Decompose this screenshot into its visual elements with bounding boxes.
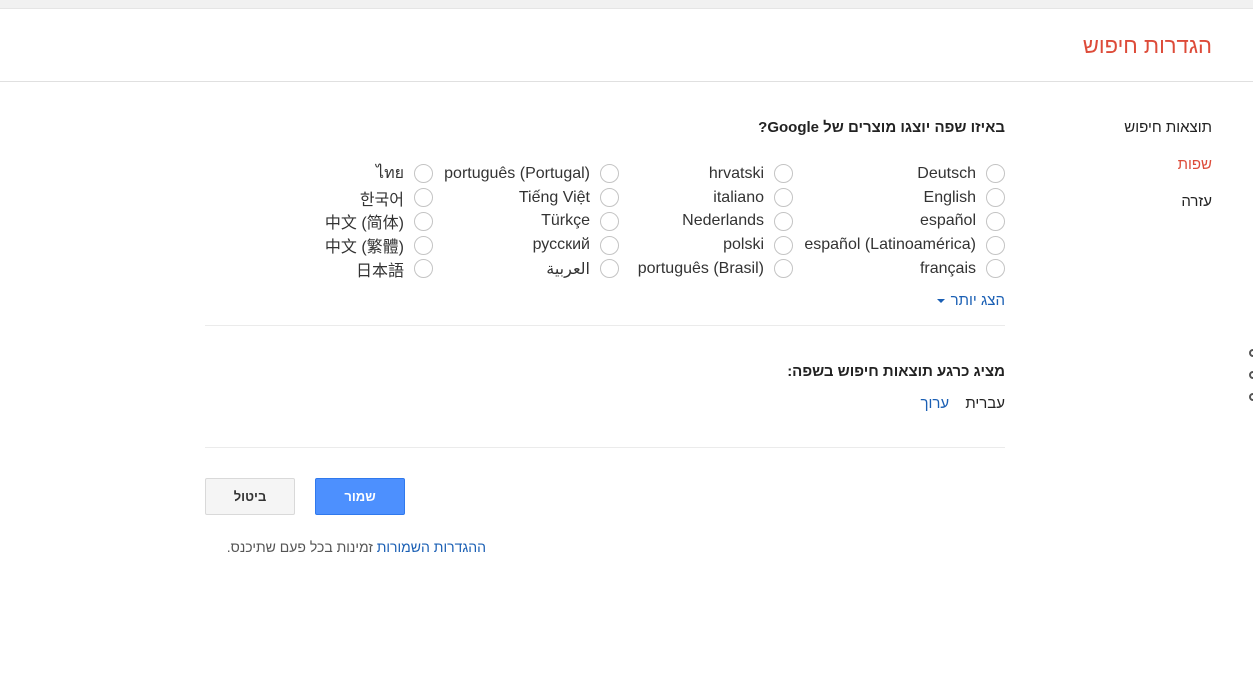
language-question-heading: באיזו שפה יוצגו מוצרים של Google? (758, 119, 1005, 136)
radio-button[interactable] (414, 164, 433, 184)
language-option[interactable]: 한국어 (325, 186, 433, 210)
language-option-label: polski (723, 236, 764, 254)
page-header: הגדרות חיפוש (0, 9, 1253, 82)
language-option[interactable]: Deutsch (804, 162, 1005, 186)
language-option[interactable]: hrvatski (638, 162, 793, 186)
language-option-label: 中文 (简体) (324, 215, 404, 233)
current-language-value: עברית (965, 395, 1005, 412)
language-option[interactable]: 中文 (繁體) (325, 233, 433, 257)
radio-button[interactable] (986, 211, 1005, 231)
language-option-label: español (Latinoamérica) (804, 236, 976, 254)
current-results-language-row: עברית ערוך (920, 395, 1005, 412)
radio-button[interactable] (986, 259, 1005, 279)
dot-icon (1249, 371, 1253, 379)
language-option-label: italiano (713, 188, 764, 206)
radio-button[interactable] (986, 188, 1005, 208)
section-divider (205, 447, 1005, 448)
saved-settings-link[interactable]: ההגדרות השמורות (377, 539, 486, 555)
language-option-label: 中文 (繁體) (324, 239, 404, 257)
language-option[interactable]: español (804, 210, 1005, 234)
language-option[interactable]: Tiếng Việt (444, 186, 619, 210)
radio-button[interactable] (774, 164, 793, 184)
language-option[interactable]: 中文 (简体) (325, 210, 433, 234)
language-option-label: 日本語 (355, 262, 404, 280)
language-option-label: português (Brasil) (637, 259, 764, 277)
language-option[interactable]: العربية (444, 257, 619, 281)
language-column-1: Deutsch English español español (Latinoa… (804, 162, 1005, 281)
language-option[interactable]: português (Brasil) (638, 257, 793, 281)
language-option-label: Türkçe (541, 212, 590, 230)
dot-icon (1249, 393, 1253, 401)
language-option-label: hrvatski (708, 164, 764, 182)
language-option-label: 한국어 (359, 191, 404, 209)
radio-button[interactable] (600, 259, 619, 279)
language-option-label: Nederlands (682, 212, 764, 230)
language-option-label: Tiếng Việt (518, 188, 590, 206)
sidebar-item-languages[interactable]: שפות (1072, 155, 1212, 192)
radio-button[interactable] (986, 235, 1005, 255)
language-option[interactable]: Nederlands (638, 210, 793, 234)
language-option-label: português (Portugal) (444, 164, 590, 182)
radio-button[interactable] (414, 235, 433, 255)
cancel-button[interactable]: ביטול (205, 478, 295, 515)
language-option[interactable]: español (Latinoamérica) (804, 233, 1005, 257)
language-option[interactable]: polski (638, 233, 793, 257)
language-option-label: français (919, 259, 976, 277)
radio-button[interactable] (600, 164, 619, 184)
language-option[interactable]: русский (444, 233, 619, 257)
more-options-icon[interactable] (1249, 349, 1253, 415)
radio-button[interactable] (774, 235, 793, 255)
radio-button[interactable] (414, 188, 433, 208)
language-option[interactable]: français (804, 257, 1005, 281)
language-option[interactable]: English (804, 186, 1005, 210)
radio-button[interactable] (600, 211, 619, 231)
current-results-language-heading: מציג כרגע תוצאות חיפוש בשפה: (787, 363, 1005, 380)
edit-language-link[interactable]: ערוך (920, 395, 949, 412)
language-column-2: hrvatski italiano Nederlands polski port… (638, 162, 793, 281)
browser-top-strip (0, 0, 1253, 9)
radio-button[interactable] (600, 235, 619, 255)
language-option[interactable]: ไทย (325, 162, 433, 186)
save-button[interactable]: שמור (315, 478, 405, 515)
radio-button[interactable] (986, 164, 1005, 184)
saved-settings-text: זמינות בכל פעם שתיכנס. (226, 539, 377, 555)
language-option-label: español (919, 212, 976, 230)
radio-button[interactable] (414, 259, 433, 279)
language-option-label: English (923, 188, 976, 206)
language-option-label: Deutsch (917, 164, 976, 182)
language-option[interactable]: 日本語 (325, 257, 433, 281)
language-option[interactable]: italiano (638, 186, 793, 210)
radio-button[interactable] (774, 188, 793, 208)
language-column-3: português (Portugal) Tiếng Việt Türkçe р… (444, 162, 619, 281)
sidebar: תוצאות חיפוש שפות עזרה (1072, 118, 1212, 229)
language-option-label: العربية (546, 260, 590, 278)
caret-down-icon (936, 298, 945, 303)
radio-button[interactable] (600, 188, 619, 208)
saved-settings-note: ההגדרות השמורות זמינות בכל פעם שתיכנס. (227, 539, 486, 555)
page-title: הגדרות חיפוש (1082, 33, 1212, 58)
radio-button[interactable] (774, 259, 793, 279)
language-option[interactable]: Türkçe (444, 210, 619, 234)
language-column-4: ไทย 한국어 中文 (简体) 中文 (繁體) 日本語 (325, 162, 433, 281)
show-more-label: הצג יותר (950, 292, 1005, 309)
language-option[interactable]: português (Portugal) (444, 162, 619, 186)
show-more-link[interactable]: הצג יותר (936, 292, 1005, 309)
sidebar-item-help[interactable]: עזרה (1072, 192, 1212, 229)
language-option-label: ไทย (376, 165, 404, 183)
radio-button[interactable] (414, 211, 433, 231)
radio-button[interactable] (774, 211, 793, 231)
language-option-label: русский (532, 236, 590, 254)
sidebar-item-search-results[interactable]: תוצאות חיפוש (1072, 118, 1212, 155)
dot-icon (1249, 349, 1253, 357)
section-divider (205, 325, 1005, 326)
language-radio-grid: Deutsch English español español (Latinoa… (205, 162, 1005, 284)
